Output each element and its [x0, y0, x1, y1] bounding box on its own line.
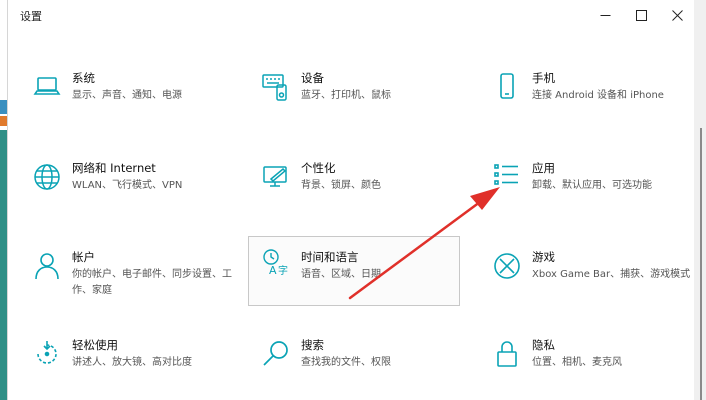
- window-title: 设置: [20, 10, 42, 23]
- background-color-block: [0, 116, 7, 126]
- tile-title: 系统: [72, 71, 95, 85]
- background-color-block: [0, 100, 7, 114]
- minimize-icon: [600, 14, 610, 16]
- tile-devices[interactable]: 设备 蓝牙、打印机、鼠标: [255, 70, 467, 144]
- tile-title: 应用: [532, 161, 555, 175]
- tile-description: 查找我的文件、权限: [301, 357, 391, 368]
- title-bar: 设置: [8, 0, 694, 30]
- search-icon: [261, 339, 291, 369]
- maximize-icon: [635, 9, 647, 21]
- lock-icon: [492, 339, 522, 369]
- close-icon: [671, 9, 683, 21]
- tile-phone[interactable]: 手机 连接 Android 设备和 iPhone: [486, 70, 698, 144]
- time-language-icon: A字: [261, 247, 291, 277]
- tile-ease-of-access[interactable]: 轻松使用 讲述人、放大镜、高对比度: [26, 337, 238, 400]
- tile-system[interactable]: 系统 显示、声音、通知、电源: [26, 70, 238, 144]
- tile-title: 游戏: [532, 250, 555, 264]
- tile-title: 个性化: [301, 161, 336, 175]
- tile-time-language[interactable]: A字 时间和语言 语音、区域、日期: [248, 236, 460, 306]
- tile-title: 时间和语言: [301, 250, 359, 264]
- tile-description: 卸载、默认应用、可选功能: [532, 180, 652, 191]
- phone-icon: [492, 72, 522, 102]
- tile-accounts[interactable]: 帐户 你的帐户、电子邮件、同步设置、工作、家庭: [26, 249, 238, 323]
- tile-description: 蓝牙、打印机、鼠标: [301, 90, 391, 101]
- tile-description: 显示、声音、通知、电源: [72, 90, 182, 101]
- tile-gaming[interactable]: 游戏 Xbox Game Bar、捕获、游戏模式: [486, 249, 698, 323]
- background-color-block: [0, 130, 7, 400]
- tile-title: 设备: [301, 71, 324, 85]
- tile-description: 背景、锁屏、颜色: [301, 180, 381, 191]
- tile-title: 搜索: [301, 338, 324, 352]
- tile-description: 你的帐户、电子邮件、同步设置、工作、家庭: [72, 269, 232, 296]
- tile-search[interactable]: 搜索 查找我的文件、权限: [255, 337, 467, 400]
- tile-description: Xbox Game Bar、捕获、游戏模式: [532, 269, 691, 280]
- tile-apps[interactable]: 应用 卸载、默认应用、可选功能: [486, 160, 698, 234]
- tile-description: 连接 Android 设备和 iPhone: [532, 90, 664, 101]
- svg-text:A: A: [269, 264, 277, 277]
- xbox-icon: [492, 251, 522, 281]
- tile-description: 语音、区域、日期: [301, 269, 381, 280]
- scrollbar-thumb[interactable]: [700, 128, 702, 400]
- paint-icon: [261, 162, 291, 192]
- tile-network[interactable]: 网络和 Internet WLAN、飞行模式、VPN: [26, 160, 238, 234]
- background-window-strip: [0, 0, 8, 400]
- tile-title: 帐户: [72, 250, 95, 264]
- ease-of-access-icon: [32, 339, 62, 369]
- keyboard-icon: [261, 72, 291, 102]
- tile-description: 位置、相机、麦克风: [532, 357, 622, 368]
- tile-title: 轻松使用: [72, 338, 118, 352]
- tile-personalization[interactable]: 个性化 背景、锁屏、颜色: [255, 160, 467, 234]
- tile-description: WLAN、飞行模式、VPN: [72, 180, 183, 191]
- laptop-icon: [32, 72, 62, 102]
- person-icon: [32, 251, 62, 281]
- tile-title: 隐私: [532, 338, 555, 352]
- tile-title: 网络和 Internet: [72, 161, 156, 175]
- globe-icon: [32, 162, 62, 192]
- tile-description: 讲述人、放大镜、高对比度: [72, 357, 192, 368]
- apps-list-icon: [492, 162, 522, 192]
- tile-privacy[interactable]: 隐私 位置、相机、麦克风: [486, 337, 698, 400]
- tile-title: 手机: [532, 71, 555, 85]
- svg-text:字: 字: [278, 264, 288, 277]
